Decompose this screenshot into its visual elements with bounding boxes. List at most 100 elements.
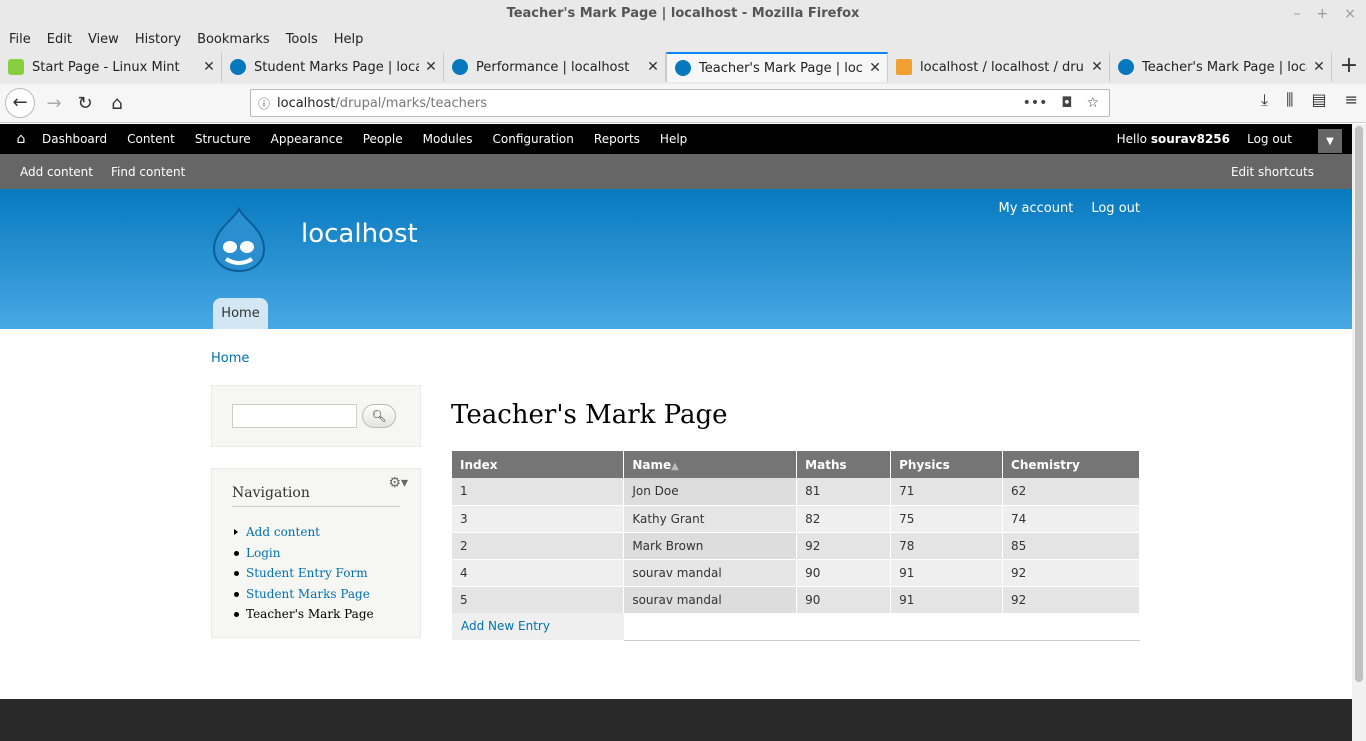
maximize-icon[interactable]: + [1317, 0, 1329, 28]
header-index[interactable]: Index [452, 451, 625, 478]
pocket-icon[interactable]: ◘ [1061, 95, 1072, 111]
cell-physics: 75 [890, 505, 1004, 533]
shortcut-add-content[interactable]: Add content [20, 165, 93, 179]
menu-file[interactable]: File [4, 32, 36, 47]
cell-physics: 91 [890, 559, 1004, 587]
shortcut-find-content[interactable]: Find content [111, 165, 185, 179]
tab-close-icon[interactable]: ✕ [863, 60, 887, 76]
menu-edit[interactable]: Edit [42, 32, 77, 47]
url-text[interactable]: localhost/drupal/marks/teachers [277, 96, 1023, 111]
admin-people[interactable]: People [363, 132, 403, 146]
minimize-icon[interactable]: – [1294, 0, 1301, 28]
url-bar[interactable]: ⓘ localhost/drupal/marks/teachers ••• ◘ … [250, 89, 1110, 117]
cell-chemistry: 92 [1002, 586, 1140, 614]
window-titlebar: Teacher's Mark Page | localhost - Mozill… [0, 0, 1366, 28]
menu-tools[interactable]: Tools [281, 32, 323, 47]
search-input[interactable] [232, 404, 357, 428]
downloads-icon[interactable]: ⤓ [1261, 90, 1268, 110]
header-maths[interactable]: Maths [796, 451, 892, 478]
nav-login[interactable]: Login [234, 543, 374, 564]
tab-student-marks[interactable]: Student Marks Page | localhost ✕ [222, 52, 444, 82]
tab-phpmyadmin[interactable]: localhost / localhost / drupal ✕ [888, 52, 1110, 82]
menu-view[interactable]: View [83, 32, 124, 47]
drupal-logo-icon[interactable] [210, 207, 268, 273]
admin-home-icon[interactable]: ⌂ [0, 131, 42, 147]
library-icon[interactable]: ⫼ [1286, 90, 1293, 110]
table-header-row: Index Name▲ Maths Physics Chemistry [452, 451, 1140, 478]
nav-teachers-mark-page[interactable]: Teacher's Mark Page [234, 604, 374, 625]
admin-configuration[interactable]: Configuration [493, 132, 574, 146]
logout-link[interactable]: Log out [1091, 201, 1140, 216]
admin-toolbar: ⌂ Dashboard Content Structure Appearance… [0, 124, 1352, 154]
tab-close-icon[interactable]: ✕ [1085, 59, 1109, 75]
shortcuts-bar: Add content Find content Edit shortcuts [0, 154, 1352, 189]
search-icon: 🔍︎ [371, 409, 387, 423]
back-button[interactable]: ← [5, 88, 35, 118]
sidebar-icon[interactable]: ▤ [1311, 90, 1326, 110]
close-icon[interactable]: × [1344, 0, 1356, 28]
site-header: localhost My account Log out Home [0, 189, 1352, 329]
table-row: 3 Kathy Grant 82 75 74 [452, 505, 1140, 533]
nav-add-content[interactable]: Add content [234, 522, 374, 543]
reload-button[interactable]: ↻ [71, 90, 99, 118]
bookmark-star-icon[interactable]: ☆ [1086, 95, 1099, 111]
cell-physics: 78 [890, 532, 1004, 560]
user-greeting: Hello sourav8256 [1116, 132, 1230, 146]
cell-chemistry: 74 [1002, 505, 1140, 533]
admin-help[interactable]: Help [660, 132, 687, 146]
tab-close-icon[interactable]: ✕ [1307, 59, 1331, 75]
nav-student-entry-form[interactable]: Student Entry Form [234, 563, 374, 584]
tab-close-icon[interactable]: ✕ [197, 59, 221, 75]
main-menu-home-tab[interactable]: Home [213, 298, 268, 329]
username[interactable]: sourav8256 [1151, 132, 1230, 146]
my-account-link[interactable]: My account [999, 201, 1074, 216]
header-name[interactable]: Name▲ [623, 451, 798, 478]
site-info-icon[interactable]: ⓘ [251, 95, 277, 112]
secondary-menu: My account Log out [999, 201, 1141, 216]
cell-physics: 71 [890, 478, 1004, 506]
linux-mint-icon [8, 59, 24, 75]
page-title: Teacher's Mark Page [451, 400, 728, 430]
admin-structure[interactable]: Structure [195, 132, 251, 146]
add-new-entry-link[interactable]: Add New Entry [452, 613, 624, 640]
drupal-icon [675, 60, 691, 76]
shortcuts-toggle-icon[interactable]: ▼ [1318, 129, 1342, 153]
tab-performance[interactable]: Performance | localhost ✕ [444, 52, 666, 82]
search-button[interactable]: 🔍︎ [362, 404, 396, 428]
header-physics[interactable]: Physics [890, 451, 1004, 478]
admin-modules[interactable]: Modules [423, 132, 473, 146]
tab-start-page[interactable]: Start Page - Linux Mint ✕ [0, 52, 222, 82]
cell-index: 3 [452, 505, 625, 533]
home-button[interactable]: ⌂ [103, 90, 131, 118]
phpmyadmin-icon [896, 59, 912, 75]
admin-appearance[interactable]: Appearance [271, 132, 343, 146]
new-tab-button[interactable]: + [1336, 54, 1362, 80]
tab-teachers-mark-active[interactable]: Teacher's Mark Page | localhost ✕ [666, 52, 888, 82]
tab-close-icon[interactable]: ✕ [419, 59, 443, 75]
breadcrumb-home[interactable]: Home [211, 351, 249, 366]
menu-help[interactable]: Help [329, 32, 369, 47]
menu-bookmarks[interactable]: Bookmarks [192, 32, 275, 47]
page-scrollbar[interactable] [1352, 124, 1366, 741]
header-chemistry[interactable]: Chemistry [1002, 451, 1140, 478]
cell-physics: 91 [890, 586, 1004, 614]
admin-reports[interactable]: Reports [594, 132, 640, 146]
admin-content[interactable]: Content [127, 132, 175, 146]
marks-table: Index Name▲ Maths Physics Chemistry 1 Jo… [452, 451, 1140, 614]
tab-teachers-mark-2[interactable]: Teacher's Mark Page | localhost ✕ [1110, 52, 1332, 82]
admin-logout-link[interactable]: Log out [1247, 132, 1292, 146]
nav-student-marks-page[interactable]: Student Marks Page [234, 584, 374, 605]
site-name[interactable]: localhost [301, 219, 418, 249]
scrollbar-thumb[interactable] [1355, 126, 1363, 682]
page-actions-icon[interactable]: ••• [1023, 95, 1048, 111]
tab-close-icon[interactable]: ✕ [641, 59, 665, 75]
drupal-icon [230, 59, 246, 75]
admin-dashboard[interactable]: Dashboard [42, 132, 107, 146]
cell-index: 2 [452, 532, 625, 560]
forward-button[interactable]: → [40, 90, 68, 118]
edit-shortcuts-link[interactable]: Edit shortcuts [1231, 165, 1314, 179]
hamburger-menu-icon[interactable]: ≡ [1345, 90, 1358, 110]
menu-history[interactable]: History [130, 32, 186, 47]
cell-index: 4 [452, 559, 625, 587]
cell-index: 1 [452, 478, 625, 506]
